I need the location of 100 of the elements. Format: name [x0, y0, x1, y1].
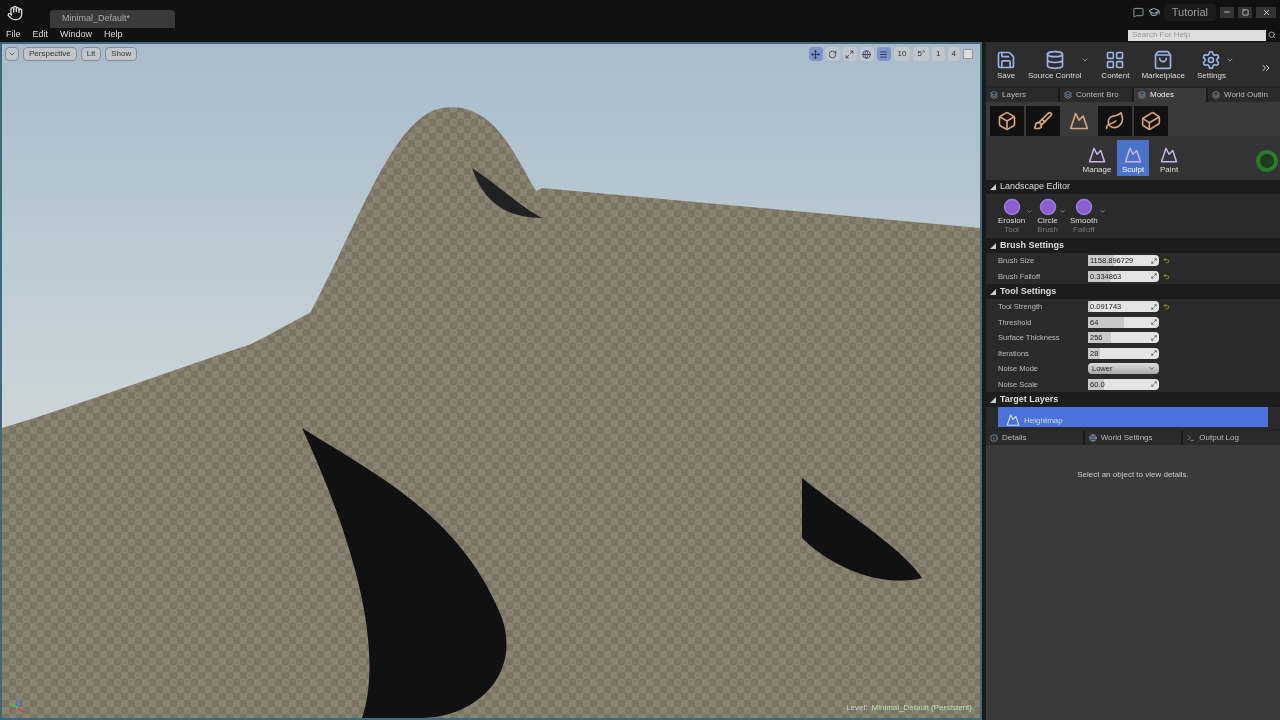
- dropdown-caret-icon: [1081, 56, 1090, 64]
- viewport-view-button[interactable]: Show: [105, 47, 138, 61]
- section-header[interactable]: Tool Settings: [1000, 284, 1057, 299]
- landscape-tool-button[interactable]: Erosion Tool: [998, 198, 1026, 234]
- world-space-button[interactable]: [859, 47, 874, 61]
- details-tab[interactable]: Output Log: [1183, 431, 1280, 445]
- dropdown-caret-icon: [1026, 208, 1034, 215]
- toolbar-button[interactable]: Settings: [1194, 50, 1236, 82]
- toolbar-overflow-icon[interactable]: [1260, 62, 1272, 74]
- panel-tab[interactable]: Modes: [1134, 88, 1206, 102]
- landscape-tool-button[interactable]: Circle Brush: [1037, 198, 1059, 234]
- scale-tool-button[interactable]: [842, 47, 857, 61]
- cube-icon: [997, 111, 1017, 131]
- feedback-icon[interactable]: [1132, 6, 1144, 18]
- leaf-icon: [1105, 111, 1125, 131]
- toolbar-button[interactable]: Save: [994, 50, 1018, 82]
- circle-brush-icon: [1002, 198, 1021, 216]
- circle-brush-icon: [1074, 198, 1093, 216]
- maximize-icon: [1241, 8, 1249, 16]
- search-icon[interactable]: [1268, 31, 1276, 39]
- rotate-icon: [828, 49, 838, 59]
- details-tab[interactable]: World Settings: [1084, 431, 1182, 445]
- globe-icon: [1088, 434, 1097, 442]
- snap-value-button[interactable]: 1: [932, 47, 945, 61]
- viewport[interactable]: Perspective Lit Show 10 5° 1 4 Level: Minimal_Default (Persistent): [0, 42, 982, 720]
- caret-icon: [1148, 365, 1155, 373]
- level-name: Minimal_Default (Persistent): [871, 702, 972, 714]
- level-label: Level:: [846, 702, 868, 714]
- snap-value-button[interactable]: 4: [947, 47, 960, 61]
- caret-icon: [8, 50, 16, 58]
- dropdown-caret-icon: [1225, 56, 1234, 64]
- mode-button[interactable]: [1026, 106, 1060, 136]
- mode-button[interactable]: [990, 106, 1024, 136]
- mountain-icon: [1006, 413, 1020, 427]
- reset-arrow-icon[interactable]: [1163, 303, 1170, 311]
- details-empty-message: Select an object to view details.: [1077, 469, 1189, 481]
- close-icon: [1261, 7, 1271, 17]
- document-tab[interactable]: Minimal_Default*: [50, 10, 175, 28]
- tutorial-button[interactable]: Tutorial: [1163, 4, 1216, 21]
- mode-button[interactable]: [1134, 106, 1168, 136]
- drag-arrows-icon: [1151, 257, 1157, 264]
- snap-value-button[interactable]: 10: [893, 47, 911, 61]
- landscape-mode-button[interactable]: Manage: [1081, 140, 1113, 176]
- layers-icon: [1064, 91, 1072, 99]
- move-icon: [811, 49, 821, 59]
- circle-brush-icon: [1038, 198, 1057, 216]
- maximize-button[interactable]: [1238, 6, 1252, 18]
- drag-arrows-icon: [1151, 381, 1157, 388]
- viewport-view-button[interactable]: Lit: [80, 47, 102, 61]
- tutorial-cap-icon[interactable]: [1147, 6, 1160, 19]
- panel-tab[interactable]: World Outlin: [1208, 88, 1280, 102]
- drag-arrows-icon: [1151, 319, 1157, 326]
- reset-arrow-icon[interactable]: [1163, 272, 1170, 280]
- settings-icon: [1201, 50, 1222, 70]
- toolbar-button[interactable]: Source Control: [1026, 50, 1092, 82]
- drag-arrows-icon: [1151, 350, 1157, 357]
- minimize-button[interactable]: [1220, 6, 1234, 18]
- mountain-icon: [1069, 111, 1089, 131]
- translate-tool-button[interactable]: [808, 47, 823, 61]
- shopping-bag-icon: [1153, 50, 1174, 70]
- panel-tab[interactable]: Content Bro: [1060, 88, 1132, 102]
- dropdown-caret-icon: [1059, 208, 1067, 215]
- cursor-highlight-icon: [1256, 150, 1278, 172]
- database-icon: [1044, 50, 1065, 70]
- collapse-triangle-icon[interactable]: [990, 396, 996, 403]
- collapse-triangle-icon[interactable]: [990, 184, 996, 190]
- collapse-triangle-icon[interactable]: [990, 288, 996, 295]
- panel-tab[interactable]: Layers: [986, 88, 1058, 102]
- toolbar-button[interactable]: Marketplace: [1139, 50, 1187, 82]
- landscape-tool-button[interactable]: Smooth Falloff: [1070, 198, 1098, 234]
- details-tab[interactable]: Details: [986, 431, 1083, 445]
- layers-icon: [1212, 91, 1220, 99]
- drag-arrows-icon: [1151, 273, 1157, 280]
- layers-icon: [1138, 91, 1146, 99]
- landscape-mode-button[interactable]: Sculpt: [1117, 140, 1149, 176]
- collapse-triangle-icon[interactable]: [990, 242, 996, 249]
- mountain-icon: [1160, 146, 1178, 164]
- mountain-icon: [1124, 146, 1142, 164]
- layers-icon: [990, 91, 998, 99]
- reset-arrow-icon[interactable]: [1163, 257, 1170, 265]
- drag-arrows-icon: [1151, 303, 1157, 310]
- mode-button[interactable]: [1098, 106, 1132, 136]
- brush-icon: [1033, 111, 1053, 131]
- landscape-mode-button[interactable]: Paint: [1153, 140, 1185, 176]
- menu-item[interactable]: File: [0, 28, 27, 42]
- menu-item[interactable]: Edit: [26, 28, 55, 42]
- menu-item[interactable]: Help: [98, 28, 129, 42]
- globe-icon: [862, 49, 872, 59]
- toolbar-button[interactable]: Content: [1099, 50, 1132, 82]
- rotate-tool-button[interactable]: [825, 47, 840, 61]
- snap-value-button[interactable]: 5°: [913, 47, 930, 61]
- menu-item[interactable]: Window: [54, 28, 99, 42]
- terminal-icon: [1187, 434, 1196, 442]
- dropdown-caret-icon: [1098, 208, 1106, 215]
- mountain-icon: [1088, 146, 1106, 164]
- box-icon: [1141, 111, 1161, 131]
- viewport-view-button[interactable]: Perspective: [23, 47, 77, 61]
- grid-snap-button[interactable]: [876, 47, 891, 61]
- drag-arrows-icon: [1151, 334, 1157, 341]
- close-button[interactable]: [1256, 6, 1276, 18]
